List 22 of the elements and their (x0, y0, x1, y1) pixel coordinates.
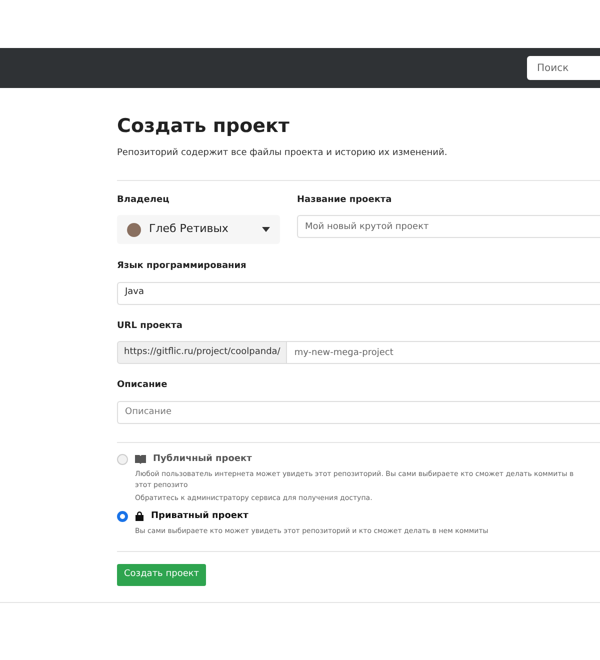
project-name-field[interactable]: Мой новый крутой проект (297, 215, 600, 238)
avatar-icon (127, 222, 141, 236)
description-field[interactable]: Описание (117, 400, 600, 424)
page-subtitle: Репозиторий содержит все файлы проекта и историю их изменений. (117, 147, 448, 160)
lock-icon (135, 511, 144, 522)
owner-dropdown[interactable]: Глеб Ретивых (117, 215, 280, 244)
language-field[interactable]: Java (117, 282, 600, 304)
book-icon (135, 454, 146, 464)
url-prefix: https://gitflic.ru/project/coolpanda/ (117, 341, 288, 364)
caret-icon (262, 227, 270, 232)
page-title: Создать проект (117, 114, 290, 138)
option-label: Публичный проект (153, 452, 252, 466)
option-label: Приватный проект (151, 510, 248, 522)
radio-button[interactable] (117, 510, 128, 522)
field-label: Описание (117, 379, 168, 392)
field-label: Язык программирования (117, 260, 248, 273)
url-slug-field[interactable]: my-new-mega-project (287, 341, 600, 364)
field-label: Название проекта (297, 194, 393, 206)
search-field[interactable]: Поиск (527, 56, 600, 80)
field-label: URL проекта (117, 320, 184, 332)
field-label: Владелец (117, 194, 170, 206)
radio-button[interactable] (117, 454, 128, 465)
